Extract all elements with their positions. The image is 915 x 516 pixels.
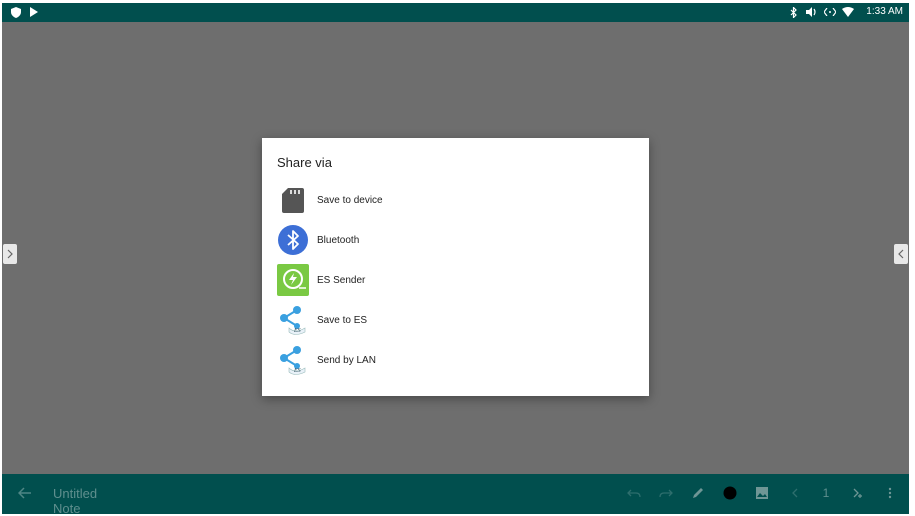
share-option-save-to-es[interactable]: ES Save to ES (262, 300, 649, 340)
svg-text:ES: ES (293, 368, 301, 374)
redo-icon[interactable] (659, 486, 673, 500)
es-share-icon: ES (277, 304, 309, 336)
bluetooth-icon (788, 6, 800, 18)
share-option-label: Save to device (317, 194, 383, 206)
dialog-title: Share via (277, 155, 332, 170)
es-sender-icon (277, 264, 309, 296)
note-title-field[interactable]: Untitled Note (53, 486, 128, 514)
svg-text:ES: ES (293, 328, 301, 334)
share-dialog: Share via Save to device Bluetooth ES Se… (262, 138, 649, 396)
bottom-toolbar: Untitled Note 1 (2, 474, 909, 514)
left-drawer-handle[interactable] (3, 244, 17, 264)
share-option-save-to-device[interactable]: Save to device (262, 180, 649, 220)
share-option-label: Send by LAN (317, 354, 376, 366)
status-bar: 1:33 AM (2, 3, 909, 22)
share-option-label: Bluetooth (317, 234, 360, 246)
next-page-icon[interactable] (851, 486, 865, 500)
bluetooth-icon (277, 224, 309, 256)
screen: 1:33 AM Untitled Note 1 Share via Save t… (2, 3, 909, 514)
back-arrow-icon[interactable] (17, 486, 34, 502)
ethernet-icon (824, 6, 837, 18)
volume-icon (806, 6, 818, 18)
share-option-label: Save to ES (317, 314, 368, 326)
chevron-left-icon (898, 249, 904, 259)
page-number: 1 (822, 486, 830, 500)
undo-icon[interactable] (627, 486, 641, 500)
previous-page-icon[interactable] (787, 486, 801, 500)
clock: 1:33 AM (866, 6, 903, 17)
more-options-icon[interactable] (883, 486, 897, 500)
chevron-right-icon (7, 249, 13, 259)
right-drawer-handle[interactable] (894, 244, 908, 264)
pen-icon[interactable] (691, 486, 705, 500)
play-store-icon (28, 6, 40, 18)
sd-card-icon (277, 184, 309, 216)
share-option-es-sender[interactable]: ES Sender (262, 260, 649, 300)
wifi-icon (842, 6, 855, 18)
share-options-list: Save to device Bluetooth ES Sender ES Sa… (262, 180, 649, 380)
share-option-send-by-lan[interactable]: ES Send by LAN (262, 340, 649, 380)
es-share-icon: ES (277, 344, 309, 376)
share-option-bluetooth[interactable]: Bluetooth (262, 220, 649, 260)
insert-image-icon[interactable] (755, 486, 769, 500)
color-picker-icon[interactable] (723, 486, 737, 500)
share-option-label: ES Sender (317, 274, 366, 286)
shield-icon (10, 6, 22, 18)
